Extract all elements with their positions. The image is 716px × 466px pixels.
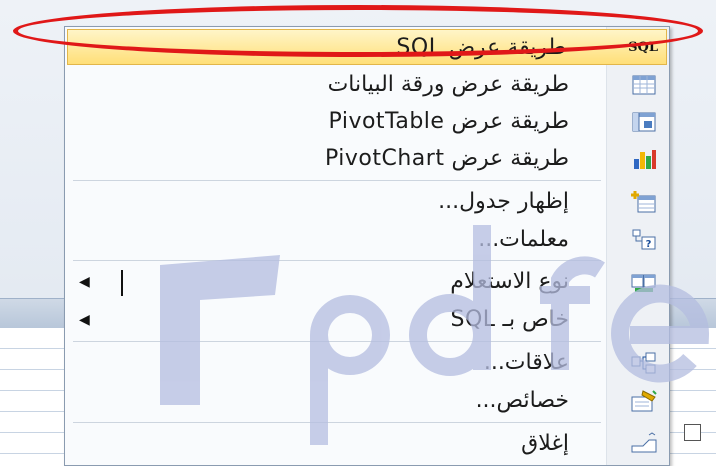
- menu-item-label: إظهار جدول...: [438, 189, 569, 214]
- menu-item-properties[interactable]: خصائص...: [65, 383, 669, 419]
- context-menu: SQL طريقة عرض SQL طريقة عرض ورقة البيانا…: [64, 26, 670, 466]
- menu-item-label: معلمات...: [478, 227, 569, 252]
- menu-item-label: نوع الاستعلام: [450, 269, 569, 294]
- submenu-arrow-icon: ◀: [79, 274, 90, 290]
- menu-separator: [73, 422, 601, 423]
- menu-item-sql-specific[interactable]: ◀ خاص بـ SQL: [65, 302, 669, 338]
- close-icon: [631, 432, 657, 456]
- properties-icon: [631, 389, 657, 413]
- menu-item-label: علاقات...: [483, 350, 569, 375]
- parameters-icon: ?: [631, 228, 657, 252]
- menu-item-label: خصائص...: [475, 388, 569, 413]
- menu-item-label: خاص بـ SQL: [450, 307, 569, 332]
- menu-item-datasheet-view[interactable]: طريقة عرض ورقة البيانات: [65, 67, 669, 103]
- menu-item-label: طريقة عرض PivotChart: [324, 146, 569, 171]
- menu-item-pivotchart-view[interactable]: طريقة عرض PivotChart: [65, 141, 669, 177]
- menu-item-relationships[interactable]: علاقات...: [65, 345, 669, 381]
- menu-item-parameters[interactable]: ? معلمات...: [65, 222, 669, 258]
- annotation-highlight-ring: [13, 5, 703, 57]
- menu-item-close[interactable]: إغلاق: [65, 426, 669, 462]
- menu-separator: [73, 180, 601, 181]
- menu-separator: [73, 341, 601, 342]
- text-cursor: [121, 270, 123, 296]
- menu-item-label: طريقة عرض ورقة البيانات: [327, 72, 569, 97]
- submenu-arrow-icon: ◀: [79, 312, 90, 328]
- show-table-icon: [631, 190, 657, 214]
- pivotchart-icon: [631, 147, 657, 171]
- menu-item-label: طريقة عرض PivotTable: [328, 109, 569, 134]
- menu-item-query-type[interactable]: ◀ نوع الاستعلام: [65, 264, 669, 300]
- query-type-icon: [631, 270, 657, 294]
- svg-text:?: ?: [646, 239, 652, 250]
- menu-item-label: إغلاق: [521, 431, 569, 456]
- pivottable-icon: [631, 110, 657, 134]
- menu-separator: [73, 260, 601, 261]
- relationships-icon: [631, 351, 657, 375]
- background-checkbox[interactable]: [684, 424, 701, 441]
- menu-item-show-table[interactable]: إظهار جدول...: [65, 184, 669, 220]
- menu-item-pivottable-view[interactable]: طريقة عرض PivotTable: [65, 104, 669, 140]
- datasheet-icon: [631, 73, 657, 97]
